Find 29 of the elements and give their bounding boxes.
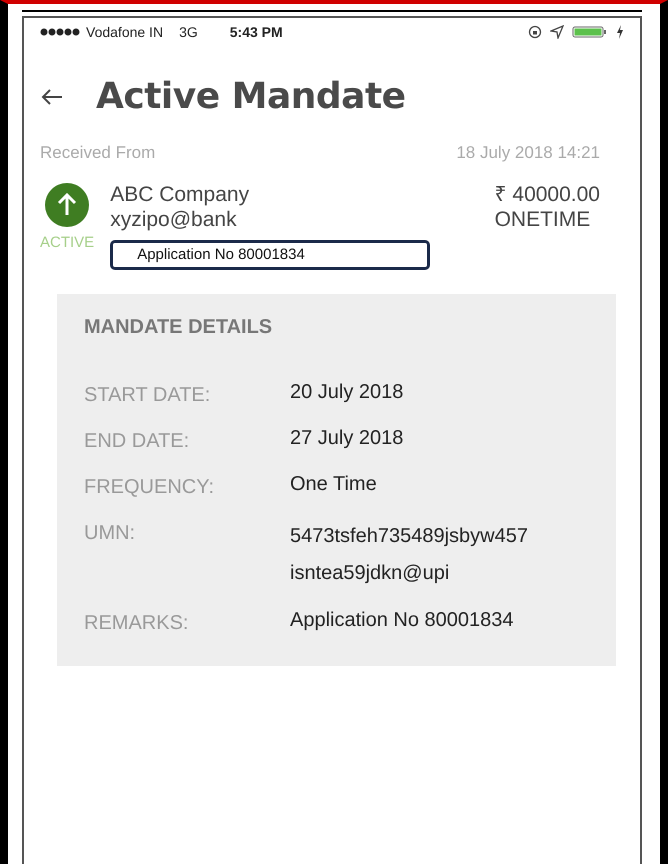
network-type: 3G: [179, 22, 198, 42]
charging-icon: [616, 25, 624, 39]
detail-value: 5473tsfeh735489jsbyw457 isntea59jdkn@upi: [290, 524, 528, 586]
carrier-name: Vodafone IN: [86, 22, 164, 42]
location-icon: [550, 25, 564, 39]
detail-label: END DATE:: [84, 429, 190, 454]
battery-icon: [572, 25, 608, 39]
signal-icon: [40, 27, 82, 37]
received-date: 18 July 2018 14:21: [456, 142, 600, 164]
payer-name: ABC Company: [110, 182, 250, 207]
rotation-lock-icon: [528, 25, 542, 39]
clock-time: 5:43 PM: [228, 22, 283, 42]
mandate-amount: ₹ 40000.00: [494, 182, 600, 207]
detail-value: One Time: [290, 472, 377, 496]
received-from-label: Received From: [40, 142, 156, 164]
application-note: Application No 80001834: [110, 240, 430, 270]
detail-value: 20 July 2018: [290, 380, 404, 404]
detail-label: REMARKS:: [84, 611, 190, 636]
detail-label: UMN:: [84, 521, 136, 546]
detail-value: Application No 80001834: [290, 608, 514, 632]
detail-label: START DATE:: [84, 383, 212, 408]
payer-vpa: xyzipo@bank: [110, 206, 238, 232]
page-title: Active Mandate: [95, 75, 406, 119]
status-label: ACTIVE: [40, 232, 94, 252]
details-heading: MANDATE DETAILS: [84, 315, 274, 340]
detail-value: 27 July 2018: [290, 426, 404, 450]
back-icon[interactable]: [40, 88, 64, 106]
frequency-label: ONETIME: [494, 206, 592, 232]
detail-label: FREQUENCY:: [84, 475, 216, 500]
